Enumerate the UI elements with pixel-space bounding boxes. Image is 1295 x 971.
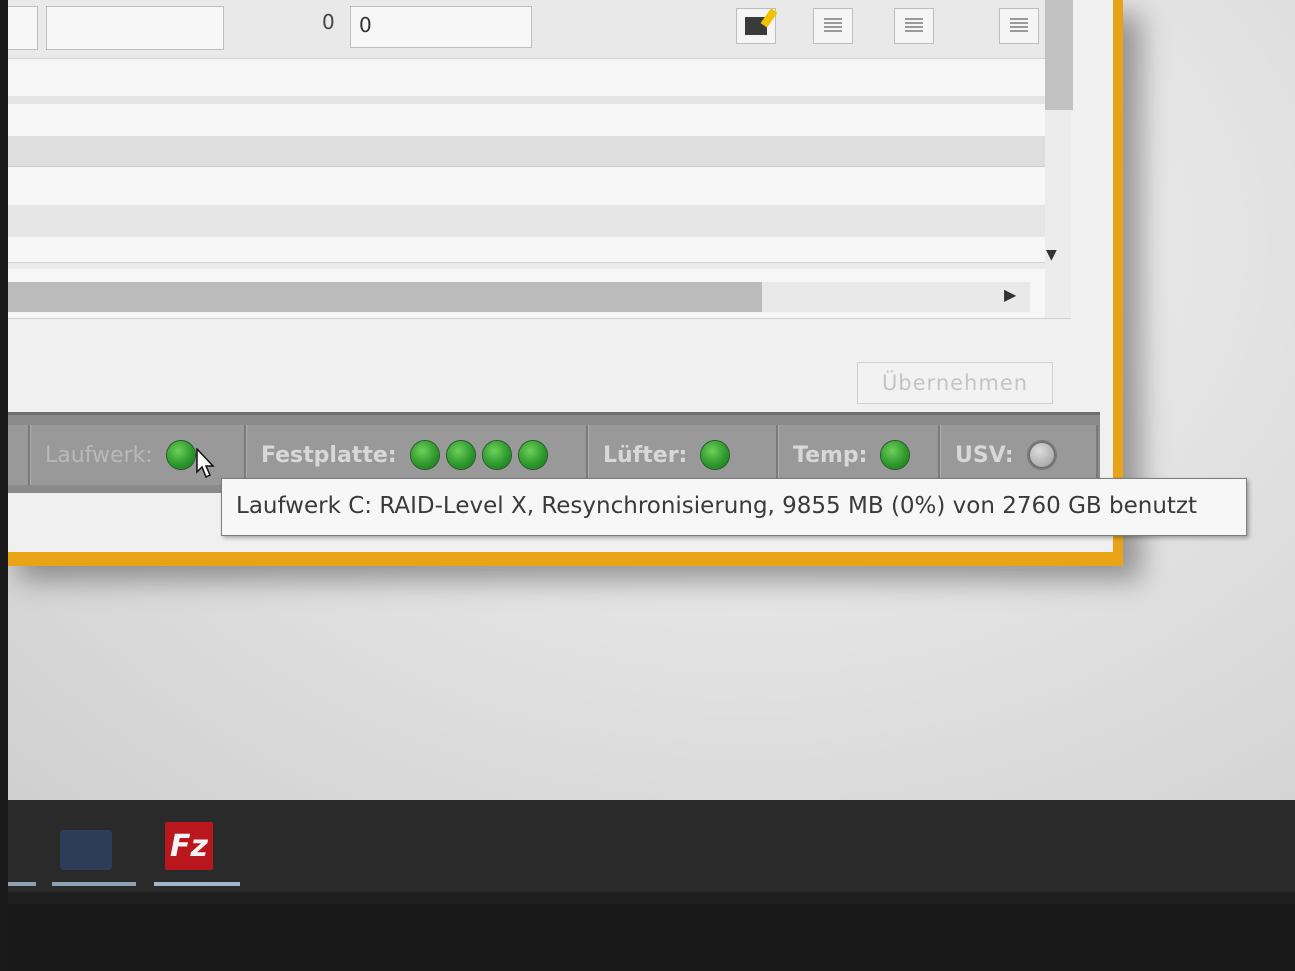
- drive-label: Laufwerk:: [45, 442, 153, 468]
- list-button[interactable]: [813, 8, 853, 44]
- ups-status-led-icon[interactable]: [1027, 441, 1056, 469]
- disk-status-led-icon[interactable]: [410, 441, 439, 469]
- taskbar-app-icon[interactable]: [60, 830, 112, 870]
- edit-button[interactable]: [736, 8, 776, 44]
- table-row[interactable]: [0, 96, 1045, 104]
- scroll-down-icon[interactable]: ▼: [1046, 247, 1057, 263]
- ups-label: USV:: [955, 442, 1014, 468]
- status-fan[interactable]: Lüfter:: [588, 425, 778, 485]
- horizontal-scrollbar-thumb[interactable]: [0, 282, 762, 312]
- status-ups[interactable]: USV:: [940, 425, 1098, 485]
- monitor-bezel: [0, 0, 8, 971]
- table-cell[interactable]: [46, 6, 224, 50]
- table-row[interactable]: [0, 262, 1045, 269]
- drive-status-led-icon[interactable]: [166, 441, 195, 469]
- cell-value: 0: [322, 10, 335, 34]
- status-temp[interactable]: Temp:: [778, 425, 940, 485]
- vertical-scrollbar-thumb[interactable]: [1045, 0, 1073, 110]
- list-icon: [905, 18, 923, 34]
- table-row[interactable]: [0, 136, 1045, 167]
- mouse-pointer-icon: [196, 448, 215, 479]
- status-disk[interactable]: Festplatte:: [246, 425, 588, 485]
- list-icon: [824, 18, 842, 34]
- value-input[interactable]: 0: [350, 6, 532, 48]
- list-icon: [1010, 18, 1028, 34]
- fan-status-led-icon[interactable]: [701, 441, 730, 469]
- temp-label: Temp:: [793, 442, 868, 468]
- table-row: 0 0: [0, 0, 1045, 59]
- fan-label: Lüfter:: [603, 442, 688, 468]
- filezilla-icon[interactable]: Fz: [165, 822, 213, 870]
- taskbar-indicator: [154, 882, 240, 886]
- list-panel: 0 0 ▼ ▶: [0, 0, 1073, 319]
- taskbar: Fz: [0, 800, 1295, 971]
- scroll-right-icon[interactable]: ▶: [1004, 285, 1016, 304]
- list-button[interactable]: [999, 8, 1039, 44]
- temp-status-led-icon[interactable]: [881, 441, 910, 469]
- disk-status-led-icon[interactable]: [518, 441, 547, 469]
- table-cell[interactable]: [6, 6, 38, 50]
- monitor-bezel: [0, 904, 1295, 971]
- edit-icon: [745, 17, 767, 35]
- disk-label: Festplatte:: [261, 442, 397, 468]
- table-row[interactable]: [0, 205, 1045, 237]
- disk-status-led-icon[interactable]: [446, 441, 475, 469]
- taskbar-strip: Fz: [0, 800, 1295, 892]
- drive-tooltip: Laufwerk C: RAID-Level X, Resynchronisie…: [221, 478, 1247, 536]
- taskbar-indicator: [52, 882, 136, 886]
- list-button[interactable]: [894, 8, 934, 44]
- disk-status-led-icon[interactable]: [482, 441, 511, 469]
- apply-button[interactable]: Übernehmen: [857, 362, 1053, 404]
